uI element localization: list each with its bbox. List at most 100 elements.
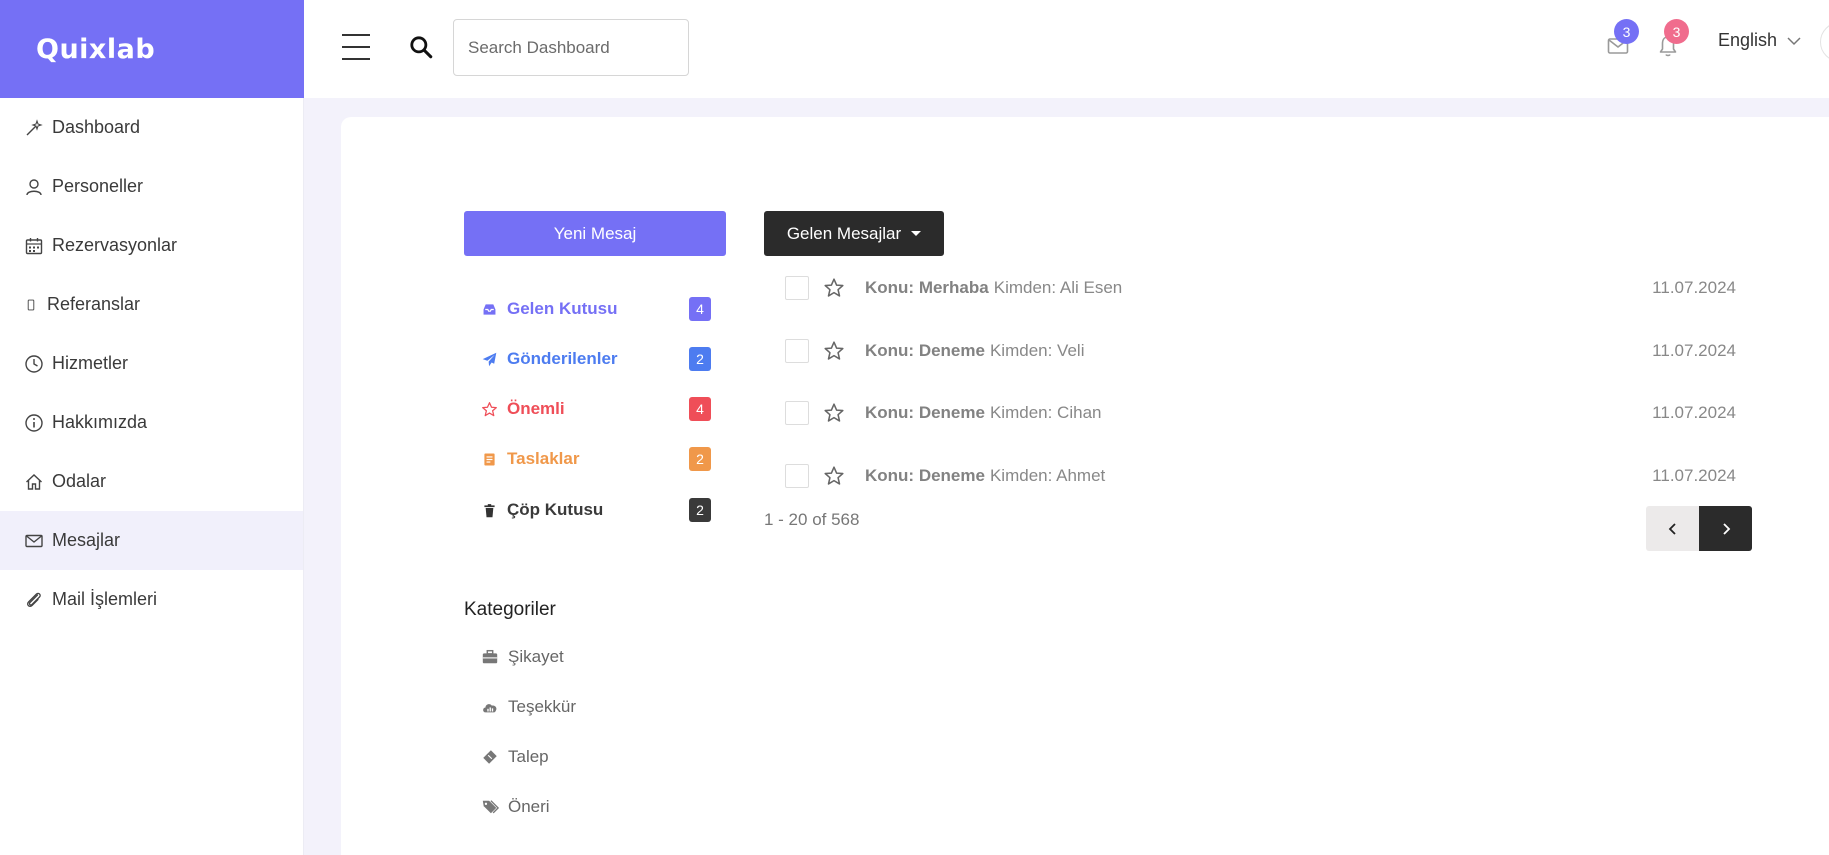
brand-name: Quixlab bbox=[36, 33, 156, 65]
sidebar-item-referanslar[interactable]: Referanslar bbox=[0, 275, 303, 334]
folder-label: Taslaklar bbox=[507, 449, 580, 468]
magic-wand-icon bbox=[26, 118, 43, 135]
sidebar-item-mail-islemleri[interactable]: Mail İşlemleri bbox=[0, 570, 303, 629]
folder-gelen-kutusu[interactable]: Gelen Kutusu 4 bbox=[481, 296, 711, 322]
sidebar-item-mesajlar[interactable]: Mesajlar bbox=[0, 511, 303, 570]
folder-onemli[interactable]: Önemli 4 bbox=[481, 396, 711, 422]
ticket-icon bbox=[483, 750, 497, 764]
briefcase-icon bbox=[482, 649, 498, 664]
sidebar-item-rezervasyonlar[interactable]: Rezervasyonlar bbox=[0, 216, 303, 275]
info-icon bbox=[25, 413, 43, 432]
sidebar-item-label: Hizmetler bbox=[52, 353, 129, 373]
message-subject: Konu: Deneme bbox=[865, 341, 985, 360]
language-selector[interactable]: English bbox=[1718, 30, 1801, 51]
sidebar: Dashboard Personeller Rezervasyonlar Ref… bbox=[0, 98, 304, 855]
sidebar-item-label: Personeller bbox=[52, 176, 144, 196]
message-checkbox[interactable] bbox=[785, 276, 809, 300]
mail-count-badge: 3 bbox=[1614, 19, 1639, 44]
message-date: 11.07.2024 bbox=[1652, 466, 1736, 485]
tags-icon bbox=[482, 800, 499, 814]
language-label: English bbox=[1718, 30, 1778, 50]
notification-count-badge: 3 bbox=[1664, 19, 1689, 44]
hamburger-menu-icon[interactable] bbox=[342, 34, 370, 60]
paperclip-icon bbox=[27, 592, 41, 607]
folder-label: Çöp Kutusu bbox=[507, 500, 604, 519]
sidebar-item-label: Dashboard bbox=[52, 117, 141, 137]
dropdown-label: Gelen Mesajlar bbox=[786, 223, 902, 243]
category-label: Öneri bbox=[508, 797, 550, 816]
message-subject: Konu: Merhaba bbox=[865, 278, 989, 297]
folder-label: Gelen Kutusu bbox=[507, 299, 618, 318]
sidebar-item-dashboard[interactable]: Dashboard bbox=[0, 98, 303, 157]
folder-taslaklar[interactable]: Taslaklar 2 bbox=[481, 446, 711, 472]
home-icon bbox=[26, 473, 42, 490]
folder-label: Gönderilenler bbox=[507, 349, 618, 368]
star-icon bbox=[482, 401, 497, 416]
folder-cop-kutusu[interactable]: Çöp Kutusu 2 bbox=[481, 497, 711, 523]
inbox-filter-dropdown[interactable]: Gelen Mesajlar bbox=[764, 211, 944, 256]
sidebar-item-hakkimizda[interactable]: Hakkımızda bbox=[0, 393, 303, 452]
star-icon[interactable] bbox=[823, 465, 845, 487]
category-label: Talep bbox=[508, 747, 549, 766]
message-row[interactable]: Konu: Deneme Kimden: Veli 11.07.2024 bbox=[785, 337, 1736, 365]
message-checkbox[interactable] bbox=[785, 464, 809, 488]
sidebar-item-label: Hakkımızda bbox=[52, 412, 148, 432]
message-row[interactable]: Konu: Deneme Kimden: Ahmet 11.07.2024 bbox=[785, 462, 1736, 490]
folder-gonderilenler[interactable]: Gönderilenler 2 bbox=[481, 346, 711, 372]
inbox-icon bbox=[483, 303, 496, 315]
next-page-button[interactable] bbox=[1699, 506, 1752, 551]
category-label: Teşekkür bbox=[508, 697, 577, 716]
message-date: 11.07.2024 bbox=[1652, 278, 1736, 297]
user-icon bbox=[26, 178, 42, 195]
category-tesekkur[interactable]: Teşekkür bbox=[481, 695, 576, 719]
previous-page-button[interactable] bbox=[1646, 506, 1699, 551]
avatar[interactable] bbox=[1820, 22, 1829, 62]
mailbox-panel: Yeni Mesaj Gelen Kutusu 4 Gönderilenler … bbox=[341, 117, 1829, 855]
brand-logo[interactable]: Quixlab bbox=[0, 0, 304, 98]
folder-count-badge: 2 bbox=[689, 498, 711, 522]
sidebar-item-hizmetler[interactable]: Hizmetler bbox=[0, 334, 303, 393]
category-sikayet[interactable]: Şikayet bbox=[481, 645, 564, 669]
sidebar-item-label: Rezervasyonlar bbox=[52, 235, 178, 255]
top-bar: 3 3 English bbox=[304, 0, 1829, 98]
draft-icon bbox=[484, 453, 495, 465]
folder-count-badge: 4 bbox=[689, 397, 711, 421]
message-sender: Kimden: Veli bbox=[989, 341, 1085, 360]
message-row[interactable]: Konu: Deneme Kimden: Cihan 11.07.2024 bbox=[785, 399, 1736, 427]
sidebar-item-label: Odalar bbox=[52, 471, 107, 491]
message-checkbox[interactable] bbox=[785, 401, 809, 425]
mobile-icon bbox=[27, 299, 35, 310]
pagination-summary: 1 - 20 of 568 bbox=[764, 510, 860, 529]
message-date: 11.07.2024 bbox=[1652, 341, 1736, 360]
message-checkbox[interactable] bbox=[785, 339, 809, 363]
category-oneri[interactable]: Öneri bbox=[481, 795, 550, 819]
search-icon[interactable] bbox=[408, 34, 434, 60]
sidebar-item-personeller[interactable]: Personeller bbox=[0, 157, 303, 216]
message-row[interactable]: Konu: Merhaba Kimden: Ali Esen 11.07.202… bbox=[785, 274, 1736, 302]
folder-label: Önemli bbox=[507, 399, 565, 418]
sidebar-item-label: Mail İşlemleri bbox=[52, 589, 158, 609]
category-talep[interactable]: Talep bbox=[481, 745, 549, 769]
star-icon[interactable] bbox=[823, 402, 845, 424]
cloud-icon bbox=[483, 704, 497, 713]
sidebar-item-odalar[interactable]: Odalar bbox=[0, 452, 303, 511]
folder-count-badge: 4 bbox=[689, 297, 711, 321]
category-label: Şikayet bbox=[508, 647, 564, 666]
star-icon[interactable] bbox=[823, 277, 845, 299]
sidebar-item-label: Referanslar bbox=[47, 294, 141, 314]
message-sender: Kimden: Ali Esen bbox=[993, 278, 1123, 297]
folder-count-badge: 2 bbox=[689, 347, 711, 371]
envelope-icon bbox=[25, 534, 43, 547]
message-date: 11.07.2024 bbox=[1652, 403, 1736, 422]
message-sender: Kimden: Cihan bbox=[989, 403, 1102, 422]
search-input[interactable] bbox=[453, 19, 689, 76]
star-icon[interactable] bbox=[823, 340, 845, 362]
message-subject: Konu: Deneme bbox=[865, 403, 985, 422]
categories-title: Kategoriler bbox=[464, 599, 556, 620]
clock-icon bbox=[25, 354, 43, 373]
chevron-left-icon bbox=[1668, 522, 1676, 535]
new-message-button[interactable]: Yeni Mesaj bbox=[464, 211, 726, 256]
trash-icon bbox=[484, 503, 495, 517]
sidebar-item-label: Mesajlar bbox=[52, 530, 121, 550]
message-subject: Konu: Deneme bbox=[865, 466, 985, 485]
